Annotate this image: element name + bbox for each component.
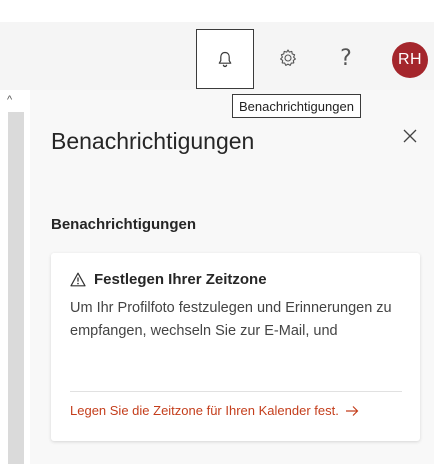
chevron-up-icon[interactable]: ^ bbox=[7, 94, 12, 106]
left-rail: ^ bbox=[0, 90, 30, 464]
notifications-button[interactable] bbox=[196, 29, 254, 89]
close-button[interactable] bbox=[396, 122, 424, 150]
avatar[interactable]: RH bbox=[392, 42, 428, 78]
avatar-initials: RH bbox=[397, 51, 423, 68]
set-timezone-link[interactable]: Legen Sie die Zeitzone für Ihren Kalende… bbox=[70, 403, 359, 418]
top-header: ? RH bbox=[0, 22, 434, 90]
scrollbar[interactable] bbox=[8, 112, 24, 464]
top-strip bbox=[0, 0, 434, 22]
help-button[interactable]: ? bbox=[318, 29, 374, 87]
notifications-tooltip: Benachrichtigungen bbox=[232, 94, 361, 118]
set-timezone-link-text: Legen Sie die Zeitzone für Ihren Kalende… bbox=[70, 403, 339, 418]
close-icon bbox=[403, 129, 417, 143]
card-divider bbox=[70, 391, 402, 392]
warning-icon bbox=[70, 272, 86, 287]
arrow-right-icon bbox=[345, 405, 359, 416]
bell-icon bbox=[218, 51, 232, 67]
notification-card: Festlegen Ihrer Zeitzone Um Ihr Profilfo… bbox=[51, 253, 420, 441]
card-title: Festlegen Ihrer Zeitzone bbox=[94, 271, 267, 288]
notifications-panel: Benachrichtigungen Benachrichtigungen Fe… bbox=[30, 90, 434, 464]
help-icon: ? bbox=[340, 45, 352, 71]
settings-button[interactable] bbox=[260, 29, 316, 87]
app-root: ? RH Benachrichtigungen ^ Benachrichtigu… bbox=[0, 0, 434, 464]
gear-icon bbox=[280, 49, 296, 66]
card-body: Um Ihr Profilfoto festzulegen und Erinne… bbox=[70, 300, 392, 339]
panel-title: Benachrichtigungen bbox=[51, 128, 255, 154]
card-header: Festlegen Ihrer Zeitzone bbox=[70, 271, 267, 288]
tooltip-text: Benachrichtigungen bbox=[239, 98, 354, 114]
section-title: Benachrichtigungen bbox=[51, 216, 197, 233]
